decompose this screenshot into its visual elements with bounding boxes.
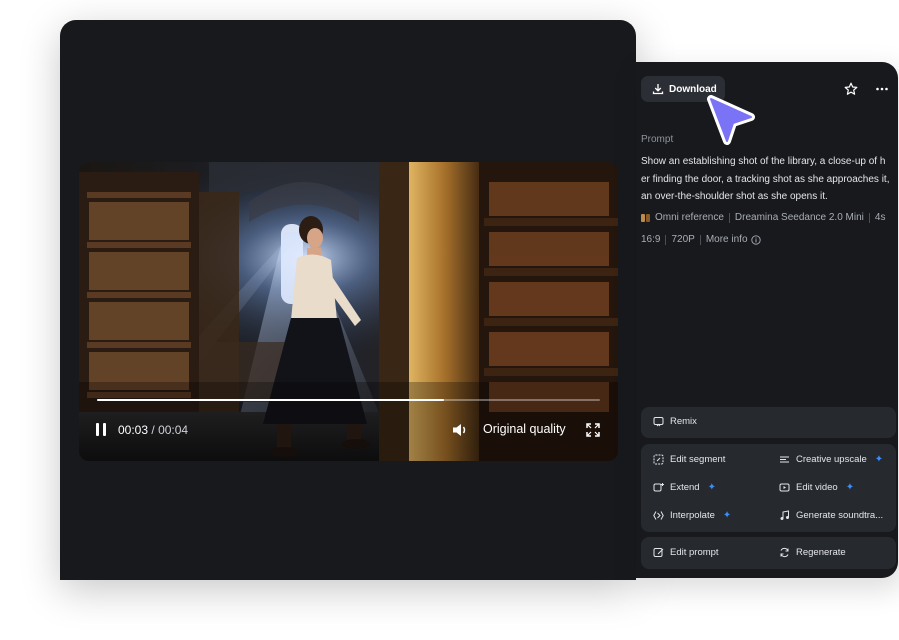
edit-tools-group: Edit segment Creative upscale ✦ Extend ✦… bbox=[641, 444, 896, 532]
quality-selector[interactable]: Original quality bbox=[483, 422, 566, 436]
more-info-link[interactable]: More info bbox=[706, 234, 748, 245]
creative-upscale-label: Creative upscale bbox=[796, 454, 867, 465]
current-time: 00:03 bbox=[118, 423, 149, 437]
divider bbox=[728, 212, 730, 223]
remix-button[interactable]: Remix bbox=[641, 407, 896, 438]
extend-button[interactable]: Extend ✦ bbox=[653, 482, 716, 493]
sparkle-icon: ✦ bbox=[722, 510, 732, 521]
generation-meta-row: Omni reference Dreamina Seedance 2.0 Min… bbox=[641, 212, 885, 223]
video-progress-fill bbox=[97, 399, 445, 401]
creative-upscale-button[interactable]: Creative upscale ✦ bbox=[779, 454, 883, 465]
video-thumbnail-library-scene bbox=[79, 162, 618, 461]
interpolate-button[interactable]: Interpolate ✦ bbox=[653, 510, 731, 521]
prompt-label: Prompt bbox=[641, 134, 674, 145]
video-frame[interactable]: 00:03 / 00:04 Original quality bbox=[79, 162, 618, 461]
download-icon bbox=[652, 84, 664, 95]
star-icon[interactable] bbox=[844, 82, 858, 96]
regenerate-button[interactable]: Regenerate bbox=[779, 547, 846, 558]
prompt-line: Show an establishing shot of the library… bbox=[641, 156, 886, 167]
extend-label: Extend bbox=[670, 482, 700, 493]
divider bbox=[665, 234, 667, 245]
extend-icon bbox=[653, 483, 664, 492]
format-meta-row: 16:9 720P More info bbox=[641, 234, 761, 245]
edit-video-button[interactable]: Edit video ✦ bbox=[779, 482, 854, 493]
model-name: Dreamina Seedance 2.0 Mini bbox=[734, 212, 864, 223]
edit-segment-icon bbox=[653, 454, 664, 465]
interpolate-label: Interpolate bbox=[670, 510, 715, 521]
remix-row: Remix bbox=[653, 416, 697, 427]
music-note-icon bbox=[780, 510, 789, 520]
time-separator: / bbox=[151, 423, 155, 437]
edit-prompt-button[interactable]: Edit prompt bbox=[653, 547, 719, 558]
duration-time: 00:04 bbox=[158, 423, 189, 437]
sparkle-icon: ✦ bbox=[874, 454, 884, 465]
edit-video-label: Edit video bbox=[796, 482, 838, 493]
pause-icon[interactable] bbox=[95, 423, 107, 437]
edit-segment-button[interactable]: Edit segment bbox=[653, 454, 725, 465]
video-duration: 4s bbox=[874, 212, 886, 223]
prompt-text: Show an establishing shot of the library… bbox=[641, 153, 896, 206]
reference-mode: Omni reference bbox=[655, 212, 724, 223]
aspect-ratio: 16:9 bbox=[641, 234, 661, 245]
interpolate-icon bbox=[653, 511, 664, 520]
prompt-line: an over-the-shoulder shot as she opens i… bbox=[641, 191, 828, 202]
video-time: 00:03 / 00:04 bbox=[118, 423, 188, 437]
edit-prompt-label: Edit prompt bbox=[670, 547, 719, 558]
remix-icon bbox=[653, 417, 664, 427]
edit-prompt-icon bbox=[653, 548, 664, 557]
details-panel: Download Prompt Show an establishing sho… bbox=[636, 62, 898, 578]
video-progress-track[interactable] bbox=[97, 399, 600, 401]
remix-label: Remix bbox=[670, 416, 697, 427]
pointer-cursor-icon bbox=[707, 95, 755, 145]
sparkle-icon: ✦ bbox=[845, 482, 855, 493]
divider bbox=[868, 212, 870, 223]
resolution: 720P bbox=[671, 234, 695, 245]
info-icon[interactable] bbox=[750, 234, 761, 245]
upscale-icon bbox=[780, 456, 789, 463]
generate-soundtrack-button[interactable]: Generate soundtra... bbox=[779, 510, 883, 521]
edit-segment-label: Edit segment bbox=[670, 454, 726, 465]
fullscreen-icon[interactable] bbox=[586, 423, 600, 437]
video-controls: 00:03 / 00:04 Original quality bbox=[79, 418, 618, 442]
prompt-tools-group: Edit prompt Regenerate bbox=[641, 537, 896, 569]
edit-video-icon bbox=[779, 483, 790, 492]
sparkle-icon: ✦ bbox=[707, 482, 716, 493]
volume-icon[interactable] bbox=[451, 421, 469, 439]
prompt-line: er finding the door, a tracking shot as … bbox=[641, 173, 890, 185]
more-options-icon[interactable] bbox=[875, 82, 889, 96]
omni-reference-icon bbox=[641, 213, 650, 222]
generate-soundtrack-label: Generate soundtra... bbox=[796, 510, 884, 521]
regenerate-icon bbox=[780, 547, 789, 558]
regenerate-label: Regenerate bbox=[796, 547, 846, 558]
divider bbox=[699, 234, 701, 245]
download-label: Download bbox=[669, 83, 717, 95]
